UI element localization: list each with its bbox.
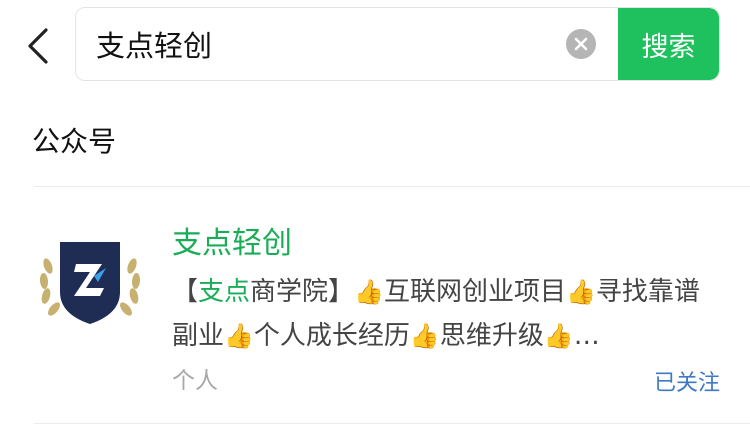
search-button[interactable]: 搜索 [618,8,719,80]
desc-bracket: 【 [172,277,199,307]
desc-item: 互联网创业项目 [383,277,566,307]
avatar [39,242,141,324]
search-bar: 搜索 [75,7,720,81]
account-description: 【支点商学院】👍互联网创业项目👍寻找靠谱副业👍个人成长经历👍思维升级👍… [172,270,712,358]
account-name: 支点轻创 [172,226,292,261]
thumbs-up-icon: 👍 [409,322,440,350]
search-input[interactable] [96,8,556,80]
section-title: 公众号 [32,125,117,158]
desc-highlight: 支点 [198,277,251,307]
desc-item: 个人成长经历 [253,321,410,351]
desc-ellipsis: … [573,321,600,351]
back-button[interactable] [22,26,54,66]
thumbs-up-icon: 👍 [354,278,384,306]
clear-icon [574,37,588,51]
divider [34,423,750,424]
account-type: 个人 [172,368,218,394]
clear-search-button[interactable] [566,29,596,59]
thumbs-up-icon: 👍 [543,322,574,350]
desc-item: 思维升级 [439,321,544,351]
thumbs-up-icon: 👍 [565,278,596,306]
desc-text: 商学院】 [250,277,355,307]
divider [34,186,750,187]
follow-status[interactable]: 已关注 [654,365,720,397]
chevron-left-icon [28,28,48,64]
thumbs-up-icon: 👍 [224,322,254,350]
